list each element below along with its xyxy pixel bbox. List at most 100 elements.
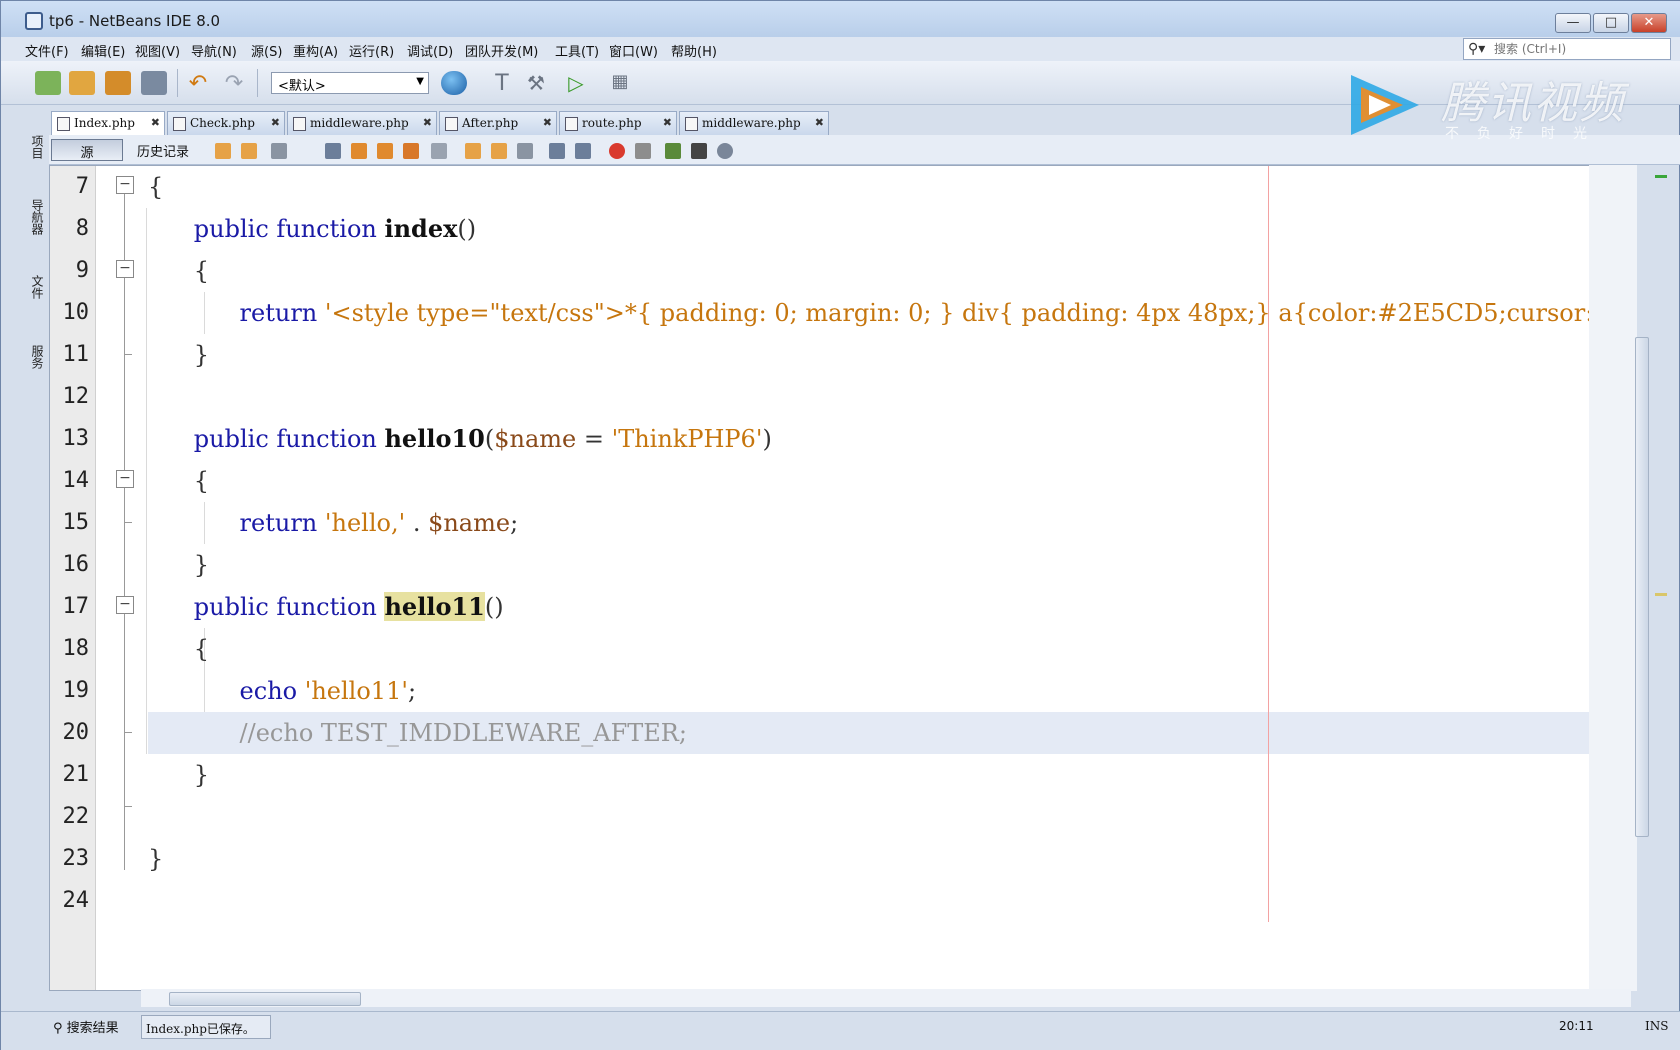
vertical-scrollbar-thumb[interactable] [1635,337,1649,837]
vertical-scrollbar-track[interactable] [1589,165,1637,991]
horizontal-scrollbar-track[interactable] [141,989,1631,1007]
history-view-button[interactable]: 历史记录 [127,139,199,161]
code-token: return [239,509,325,537]
line-number: 19 [62,678,90,703]
menu-debug[interactable]: 调试(D) [407,41,453,60]
menu-help[interactable]: 帮助(H) [671,41,717,60]
code-token: '<style type="text/css">*{ padding: 0; m… [324,299,1594,327]
side-tab-files[interactable]: 文件 [26,275,46,299]
database-icon[interactable] [717,143,733,159]
tab-index-php[interactable]: Index.php ✖ [51,111,165,135]
debug-icon[interactable]: ▦ [607,71,633,95]
maximize-button[interactable]: □ [1593,13,1629,33]
close-tab-icon[interactable]: ✖ [271,116,280,129]
open-project-icon[interactable] [105,71,131,95]
build-icon[interactable]: T [489,71,515,96]
menu-bar: 文件(F) 编辑(E) 视图(V) 导航(N) 源(S) 重构(A) 运行(R)… [1,37,1680,61]
menu-refactor[interactable]: 重构(A) [293,41,338,60]
find-next-icon[interactable] [377,143,393,159]
save-all-icon[interactable] [141,71,167,95]
line-number: 13 [62,426,90,451]
side-panel-strip: 项目 导航器 文件 服务 [23,105,49,1005]
next-bookmark-icon[interactable] [491,143,507,159]
php-file-icon [685,117,698,131]
error-stripe-mark[interactable] [1655,593,1667,596]
fold-end [124,732,132,733]
fold-end [124,354,132,355]
horizontal-scrollbar-thumb[interactable] [169,992,361,1006]
fold-toggle-icon[interactable]: − [116,470,134,488]
close-tab-icon[interactable]: ✖ [151,116,160,129]
menu-run[interactable]: 运行(R) [349,41,394,60]
quick-search[interactable]: ⚲▾ [1463,38,1671,60]
title-bar: tp6 - NetBeans IDE 8.0 — □ ✕ [1,1,1680,41]
comment-icon[interactable] [665,143,681,159]
find-icon[interactable] [325,143,341,159]
shift-left-icon[interactable] [549,143,565,159]
back-icon[interactable] [241,143,257,159]
code-line-20: //echo TEST_IMDDLEWARE_AFTER; [148,712,1628,754]
side-tab-navigator[interactable]: 导航器 [26,199,46,235]
code-token: } [193,341,210,369]
clean-build-icon[interactable]: ⚒ [523,71,549,95]
redo-icon[interactable]: ↷ [221,71,247,96]
new-file-icon[interactable] [35,71,61,95]
source-view-button[interactable]: 源 [51,139,123,161]
code-line-9: { [148,250,1628,292]
stop-macro-icon[interactable] [635,143,651,159]
menu-file[interactable]: 文件(F) [25,41,69,60]
code-line-23: } [148,838,1628,880]
close-button[interactable]: ✕ [1631,13,1667,33]
tab-middleware-php[interactable]: middleware.php ✖ [287,111,437,135]
close-tab-icon[interactable]: ✖ [423,116,432,129]
fold-toggle-icon[interactable]: − [116,260,134,278]
configuration-select[interactable]: <默认> ▼ [271,72,429,94]
forward-icon[interactable] [271,143,287,159]
fold-toggle-icon[interactable]: − [116,176,134,194]
close-tab-icon[interactable]: ✖ [543,116,552,129]
code-token: { [193,635,210,663]
minimize-button[interactable]: — [1555,13,1591,33]
tab-route-php[interactable]: route.php ✖ [559,111,677,135]
undo-icon[interactable]: ↶ [185,71,211,96]
run-icon[interactable]: ▷ [563,71,589,95]
new-project-icon[interactable] [69,71,95,95]
line-number: 15 [62,510,90,535]
tab-check-php[interactable]: Check.php ✖ [167,111,285,135]
watermark-brand: 腾讯视频 [1441,78,1625,129]
previous-bookmark-icon[interactable] [465,143,481,159]
code-line-15: return 'hello,' . $name; [148,502,1628,544]
toggle-selection-icon[interactable] [431,143,447,159]
toggle-bookmark-icon[interactable] [517,143,533,159]
toggle-highlight-icon[interactable] [403,143,419,159]
start-macro-icon[interactable] [609,143,625,159]
globe-icon[interactable] [441,71,467,95]
search-results-tab[interactable]: ⚲ 搜索结果 [53,1017,119,1036]
line-number-gutter: 7 8 9 10 11 12 13 14 15 16 17 18 19 20 2… [50,166,96,990]
close-tab-icon[interactable]: ✖ [663,116,672,129]
fold-toggle-icon[interactable]: − [116,596,134,614]
menu-window[interactable]: 窗口(W) [609,41,658,60]
menu-edit[interactable]: 编辑(E) [81,41,125,60]
side-tab-projects[interactable]: 项目 [26,135,46,159]
uncomment-icon[interactable] [691,143,707,159]
side-tab-services[interactable]: 服务 [26,345,46,369]
tab-middleware-php-2[interactable]: middleware.php ✖ [679,111,829,135]
menu-team[interactable]: 团队开发(M) [465,41,538,60]
menu-source[interactable]: 源(S) [251,41,282,60]
line-number: 24 [62,888,90,913]
find-previous-icon[interactable] [351,143,367,159]
code-editor[interactable]: 7 8 9 10 11 12 13 14 15 16 17 18 19 20 2… [49,165,1637,991]
last-edit-icon[interactable] [215,143,231,159]
fold-guide [124,180,125,870]
menu-tools[interactable]: 工具(T) [555,41,599,60]
line-number: 9 [75,258,89,283]
search-input[interactable] [1494,40,1664,58]
watermark-slogan: 不负好时光 [1445,126,1605,142]
menu-navigate[interactable]: 导航(N) [191,41,237,60]
shift-right-icon[interactable] [575,143,591,159]
line-number: 22 [62,804,90,829]
menu-view[interactable]: 视图(V) [135,41,180,60]
close-tab-icon[interactable]: ✖ [815,116,824,129]
tab-after-php[interactable]: After.php ✖ [439,111,557,135]
